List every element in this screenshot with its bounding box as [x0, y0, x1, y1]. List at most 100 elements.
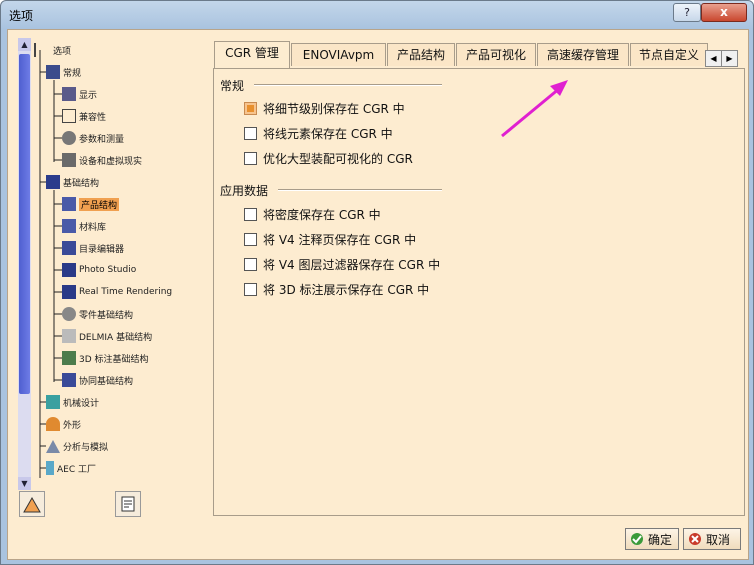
realtime-rendering-icon — [62, 285, 76, 299]
tree-node-label: 常规 — [63, 68, 82, 79]
group-divider — [254, 84, 442, 86]
tree-node-aec-plant[interactable]: AEC 工厂 — [46, 459, 96, 477]
cancel-button[interactable]: 取消 — [683, 528, 741, 550]
tree-node-collaboration[interactable]: 协同基础结构 — [62, 371, 133, 389]
reset-tool-button[interactable] — [115, 491, 141, 517]
tree-node-label: AEC 工厂 — [57, 464, 96, 475]
tab-cache-management[interactable]: 高速缓存管理 — [537, 43, 629, 66]
reset-tool-icon — [121, 496, 135, 512]
option-save-v4-annotation[interactable]: 将 V4 注释页保存在 CGR 中 — [244, 231, 416, 248]
tab-scroll-right-icon[interactable]: ▶ — [721, 50, 738, 67]
delmia-icon — [62, 329, 76, 343]
tree-node-label: 设备和虚拟现实 — [79, 156, 143, 167]
tree-node-label: Photo Studio — [79, 265, 137, 275]
analysis-icon — [46, 439, 60, 453]
ok-button[interactable]: 确定 — [625, 528, 679, 550]
tab-product-visualization[interactable]: 产品可视化 — [456, 43, 536, 66]
option-save-3d-annotation[interactable]: 将 3D 标注展示保存在 CGR 中 — [244, 281, 429, 298]
group-title-app-data: 应用数据 — [220, 184, 269, 198]
option-save-line-elements[interactable]: 将线元素保存在 CGR 中 — [244, 125, 393, 142]
tree-node-options-root[interactable]: 选项 — [34, 41, 71, 59]
checkbox[interactable] — [244, 127, 257, 140]
checkbox[interactable] — [244, 102, 257, 115]
ok-label: 确定 — [648, 532, 673, 547]
checkbox[interactable] — [244, 233, 257, 246]
tab-scroll-left-icon[interactable]: ◀ — [705, 50, 722, 67]
tree-node-parameters[interactable]: 参数和测量 — [62, 129, 124, 147]
catalog-editor-icon — [62, 241, 76, 255]
tree-node-label: 分析与模拟 — [63, 442, 109, 453]
tree-node-3d-annotation[interactable]: 3D 标注基础结构 — [62, 349, 149, 367]
tree-node-infrastructure[interactable]: 基础结构 — [46, 173, 99, 191]
tree-node-material-library[interactable]: 材料库 — [62, 217, 106, 235]
tree-node-part-infrastructure[interactable]: 零件基础结构 — [62, 305, 133, 323]
tree-node-photo-studio[interactable]: Photo Studio — [62, 261, 136, 279]
option-label: 将细节级别保存在 CGR 中 — [263, 102, 405, 116]
option-save-density[interactable]: 将密度保存在 CGR 中 — [244, 206, 381, 223]
window-title: 选项 — [9, 9, 34, 23]
display-icon — [62, 87, 76, 101]
close-button[interactable]: x — [701, 3, 747, 22]
tree-node-label: 基础结构 — [63, 178, 100, 189]
devices-icon — [62, 153, 76, 167]
ok-icon — [630, 532, 644, 546]
options-tool-icon — [23, 496, 41, 513]
part-infrastructure-icon — [62, 307, 76, 321]
tab-product-structure[interactable]: 产品结构 — [387, 43, 455, 66]
dialog-client-area: ▲ ▼ 选项 常规 显示 兼容性 参数和测量 设备和虚拟现实 基础结构 产品结构… — [7, 29, 749, 560]
tree-node-devices-vr[interactable]: 设备和虚拟现实 — [62, 151, 142, 169]
tree-node-label: 显示 — [79, 90, 98, 101]
tree-node-realtime-rendering[interactable]: Real Time Rendering — [62, 283, 172, 301]
option-label: 优化大型装配可视化的 CGR — [263, 152, 413, 166]
option-save-lod[interactable]: 将细节级别保存在 CGR 中 — [244, 100, 405, 117]
tab-cgr-management[interactable]: CGR 管理 — [214, 41, 290, 68]
tree-node-label: 目录编辑器 — [79, 244, 125, 255]
option-label: 将 3D 标注展示保存在 CGR 中 — [263, 283, 430, 297]
tree-node-analysis-simulation[interactable]: 分析与模拟 — [46, 437, 108, 455]
tree-node-shape[interactable]: 外形 — [46, 415, 81, 433]
general-icon — [46, 65, 60, 79]
cgr-settings-panel: 常规 将细节级别保存在 CGR 中 将线元素保存在 CGR 中 优化大型装配可视… — [213, 68, 745, 516]
compatibility-icon — [62, 109, 76, 123]
option-label: 将线元素保存在 CGR 中 — [263, 127, 393, 141]
tree-node-display[interactable]: 显示 — [62, 85, 97, 103]
tree-node-label: 外形 — [63, 420, 82, 431]
material-library-icon — [62, 219, 76, 233]
title-bar[interactable]: 选项 ? x — [1, 1, 753, 29]
group-title-general: 常规 — [220, 79, 245, 93]
checkbox[interactable] — [244, 152, 257, 165]
checkbox[interactable] — [244, 208, 257, 221]
option-label: 将 V4 注释页保存在 CGR 中 — [263, 233, 417, 247]
options-root-icon — [34, 43, 50, 57]
tree-node-compatibility[interactable]: 兼容性 — [62, 107, 106, 125]
tree-node-label: 协同基础结构 — [79, 376, 134, 387]
tree-node-general[interactable]: 常规 — [46, 63, 81, 81]
options-dialog: 选项 ? x ▲ ▼ 选项 常规 显示 兼容性 参数和测量 设备和虚拟现实 基础… — [0, 0, 754, 565]
option-label: 将 V4 图层过滤器保存在 CGR 中 — [263, 258, 441, 272]
options-tool-button[interactable] — [19, 491, 45, 517]
option-label: 将密度保存在 CGR 中 — [263, 208, 381, 222]
tree-node-mechanical-design[interactable]: 机械设计 — [46, 393, 99, 411]
options-tree: ▲ ▼ 选项 常规 显示 兼容性 参数和测量 设备和虚拟现实 基础结构 产品结构… — [16, 38, 208, 490]
option-save-v4-layer-filter[interactable]: 将 V4 图层过滤器保存在 CGR 中 — [244, 256, 440, 273]
help-button[interactable]: ? — [673, 3, 701, 22]
tree-node-label: 选项 — [53, 46, 72, 57]
tree-node-label: 3D 标注基础结构 — [79, 354, 149, 365]
mechanical-design-icon — [46, 395, 60, 409]
group-divider — [278, 189, 442, 191]
tree-node-catalog-editor[interactable]: 目录编辑器 — [62, 239, 124, 257]
shape-icon — [46, 417, 60, 431]
parameters-icon — [62, 131, 76, 145]
tab-enoviavpm[interactable]: ENOVIAvpm — [291, 43, 386, 66]
tab-node-customization[interactable]: 节点自定义 — [630, 43, 708, 66]
tree-node-delmia-infrastructure[interactable]: DELMIA 基础结构 — [62, 327, 152, 345]
tree-node-label: 材料库 — [79, 222, 107, 233]
tree-node-label: DELMIA 基础结构 — [79, 332, 153, 343]
checkbox[interactable] — [244, 283, 257, 296]
option-optimize-large-assembly[interactable]: 优化大型装配可视化的 CGR — [244, 150, 413, 167]
tree-node-label: 兼容性 — [79, 112, 107, 123]
product-structure-icon — [62, 197, 76, 211]
checkbox[interactable] — [244, 258, 257, 271]
tree-node-product-structure[interactable]: 产品结构 — [62, 195, 120, 213]
annotation-3d-icon — [62, 351, 76, 365]
